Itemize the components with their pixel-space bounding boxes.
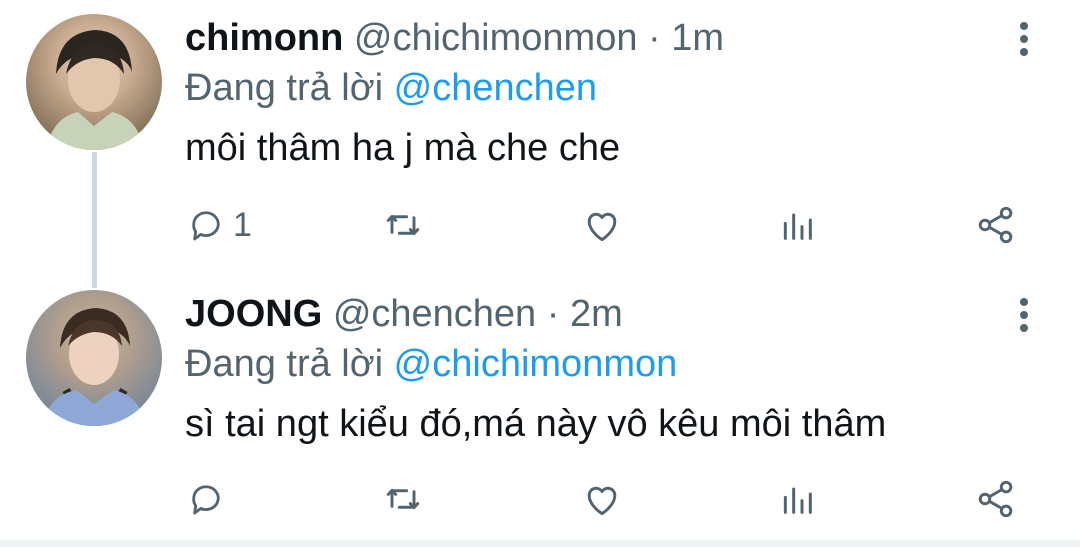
timestamp[interactable]: 2m [570,293,623,335]
analytics-button[interactable] [777,200,817,250]
analytics-icon [783,213,812,240]
tweet[interactable]: JOONG @chenchen · 2m Đang trả lời @chich… [0,276,1080,542]
share-button[interactable] [974,200,1018,250]
share-button[interactable] [974,474,1018,524]
timestamp[interactable]: 1m [671,17,724,59]
share-icon [978,206,1013,244]
replying-prefix: Đang trả lời [185,343,384,385]
more-vertical-icon [1020,298,1028,332]
reply-icon [192,211,220,241]
tweet-text: sì tai ngt kiểu đó,má này vô kêu môi thâ… [185,403,887,445]
avatar-image [26,290,162,426]
reply-button[interactable]: 1 [185,200,252,250]
analytics-button[interactable] [777,474,817,524]
replying-prefix: Đang trả lời [185,67,384,109]
display-name[interactable]: chimonn [185,17,343,59]
avatar[interactable] [26,14,162,150]
retweet-icon [386,214,420,236]
tweet-header: JOONG @chenchen · 2m [185,290,623,338]
like-icon [587,486,617,516]
action-bar: 1 [185,200,1035,250]
retweet-button[interactable] [381,200,425,250]
tweet-header: chimonn @chichimonmon · 1m [185,14,724,62]
reply-count: 1 [233,205,252,244]
retweet-button[interactable] [381,474,425,524]
reply-button[interactable] [185,474,233,524]
replying-mention-link[interactable]: @chichimonmon [394,343,678,385]
like-button[interactable] [580,474,624,524]
action-bar [185,474,1035,524]
handle[interactable]: @chichimonmon [354,17,638,59]
display-name[interactable]: JOONG [185,293,322,335]
tweet[interactable]: chimonn @chichimonmon · 1m Đang trả lời … [0,0,1080,275]
replying-to: Đang trả lời @chenchen [185,64,597,112]
replying-mention-link[interactable]: @chenchen [394,67,597,109]
analytics-icon [783,487,812,514]
like-button[interactable] [580,200,624,250]
handle[interactable]: @chenchen [333,293,536,335]
share-icon [978,480,1013,518]
avatar[interactable] [26,290,162,426]
more-vertical-icon [1020,22,1028,56]
tweet-text: môi thâm ha j mà che che [185,127,621,169]
avatar-image [46,30,144,150]
more-button[interactable] [1012,296,1036,336]
retweet-icon [386,488,420,510]
divider [0,540,1080,547]
more-button[interactable] [1012,20,1036,60]
separator: · [546,293,560,335]
like-icon [587,212,617,242]
replying-to: Đang trả lời @chichimonmon [185,340,677,388]
reply-icon [192,485,220,515]
separator: · [648,17,661,59]
